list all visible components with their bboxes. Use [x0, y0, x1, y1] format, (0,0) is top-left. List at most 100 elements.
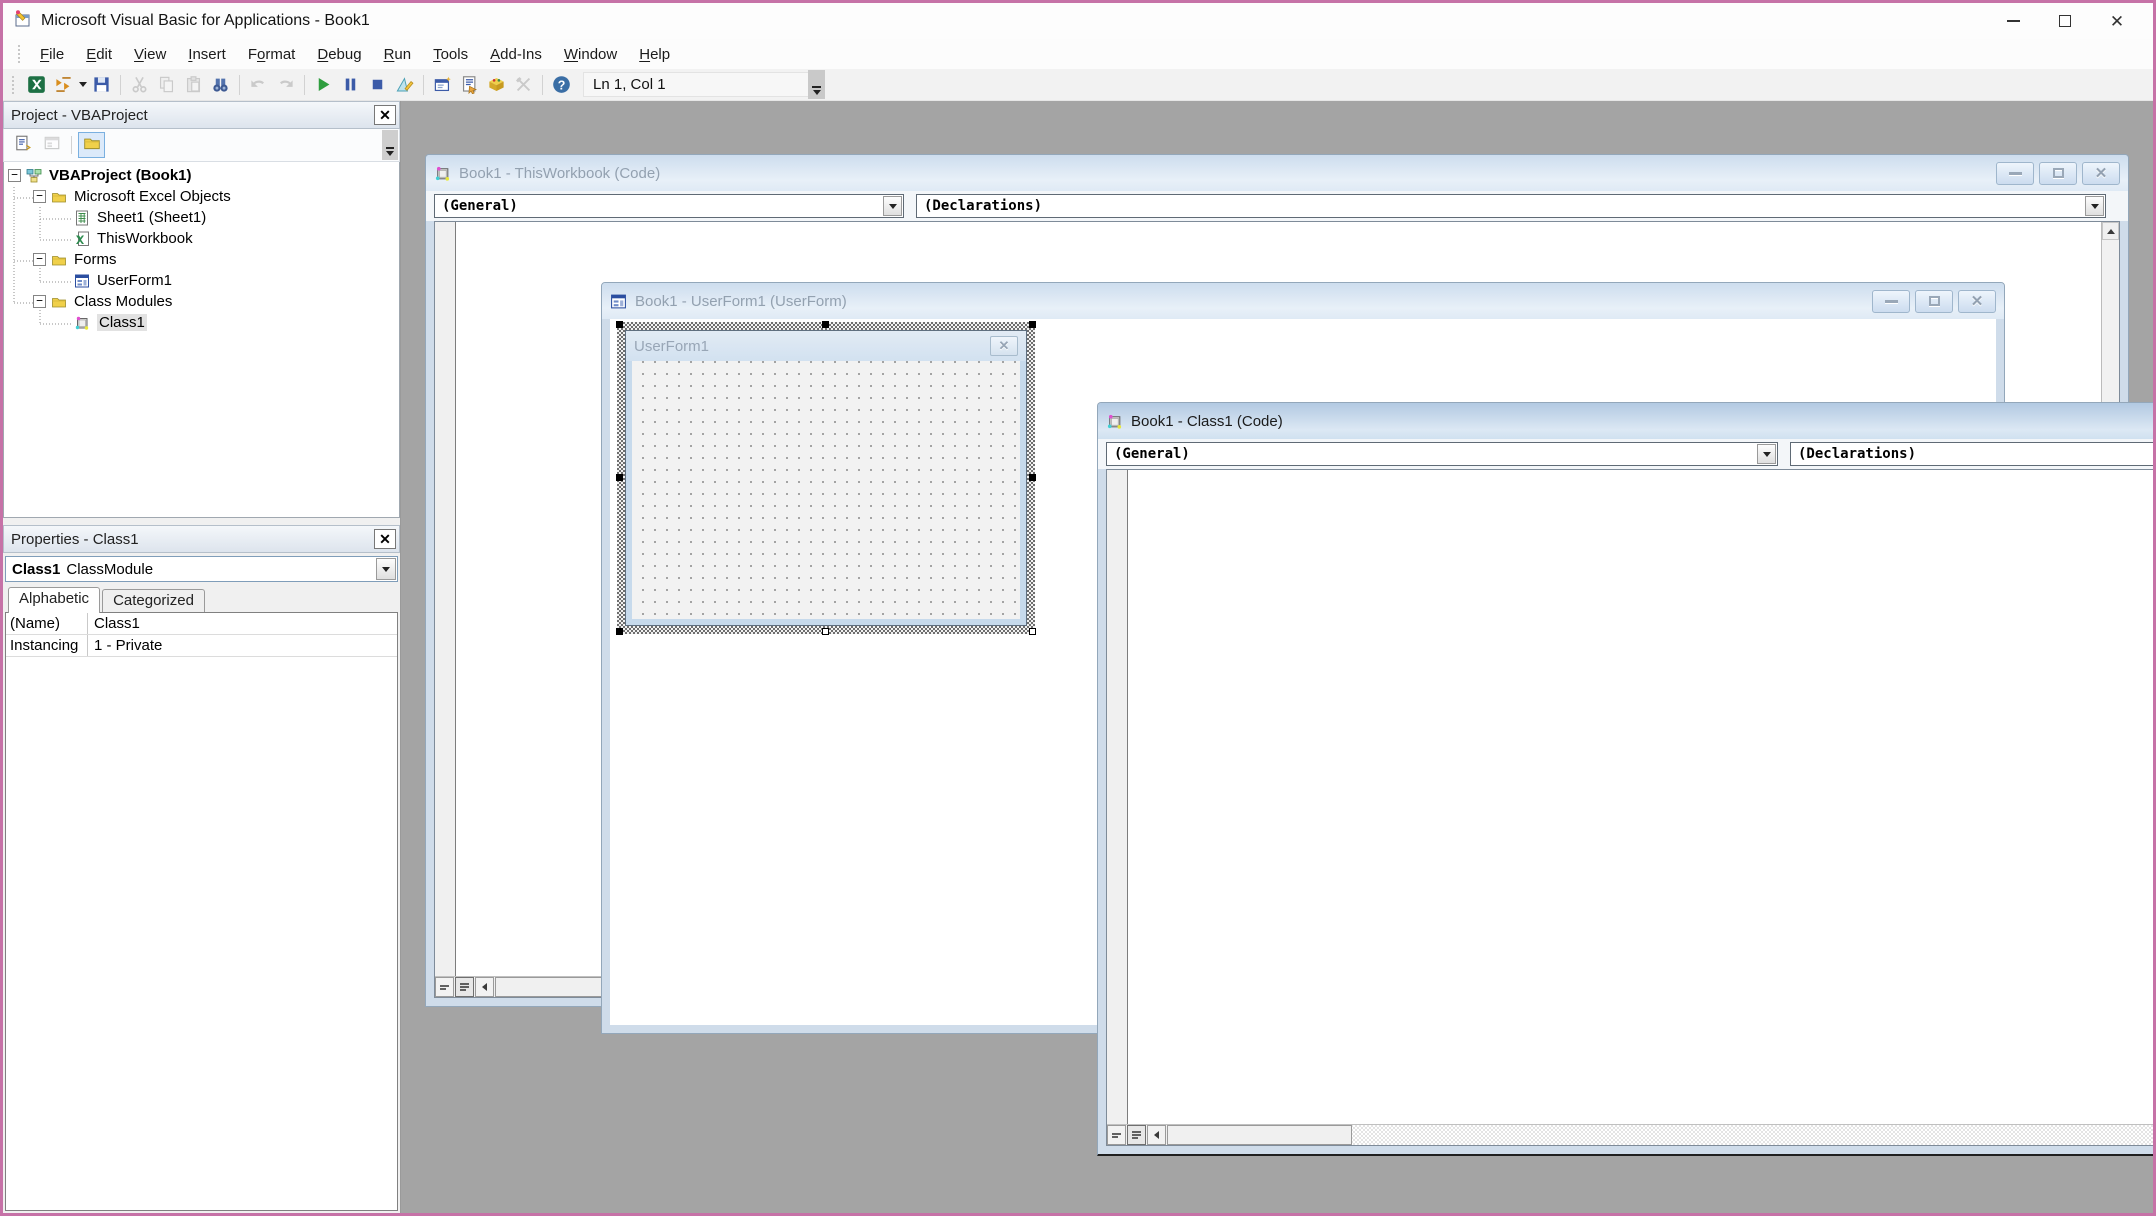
toolbar-options-button[interactable] [808, 70, 825, 99]
procedure-dropdown[interactable]: (Declarations) [916, 194, 2106, 218]
menu-item-insert[interactable]: Insert [177, 42, 237, 67]
save-button[interactable] [88, 72, 115, 98]
properties-panel-header[interactable]: Properties - Class1 ✕ [3, 525, 400, 553]
collapse-expander-icon[interactable]: − [33, 295, 46, 308]
view-code-button[interactable] [9, 132, 36, 158]
horizontal-scroll-track[interactable] [1167, 1125, 2153, 1145]
object-dropdown[interactable]: (General) [434, 194, 904, 218]
break-button[interactable] [337, 72, 364, 98]
thisworkbook-titlebar[interactable]: Book1 - ThisWorkbook (Code) ✕ [426, 155, 2128, 191]
selection-handle-bottom-middle[interactable] [822, 628, 829, 635]
dropdown-arrow-icon[interactable] [1757, 444, 1776, 464]
tree-item-class1[interactable]: Class1 [4, 312, 399, 333]
class1-titlebar[interactable]: Book1 - Class1 (Code) [1098, 403, 2153, 439]
excel-button[interactable] [23, 72, 50, 98]
close-button[interactable]: ✕ [2091, 6, 2143, 36]
minimize-button[interactable] [1987, 6, 2039, 36]
run-button[interactable] [310, 72, 337, 98]
properties-panel-close-button[interactable]: ✕ [374, 529, 396, 549]
dropdown-arrow-icon[interactable] [883, 196, 902, 216]
paste-button[interactable] [180, 72, 207, 98]
collapse-expander-icon[interactable]: − [33, 253, 46, 266]
redo-button[interactable] [272, 72, 299, 98]
thisworkbook-minimize-button[interactable] [1996, 162, 2034, 185]
property-value[interactable]: 1 - Private [88, 635, 397, 656]
project-toolbar-options-button[interactable] [382, 130, 398, 160]
scroll-left-button[interactable] [475, 977, 494, 997]
properties-window-button[interactable] [456, 72, 483, 98]
selection-handle-middle-left[interactable] [616, 474, 623, 481]
insert-userform-button[interactable] [50, 72, 77, 98]
menu-item-window[interactable]: Window [553, 42, 628, 67]
tree-item-thisworkbook[interactable]: ThisWorkbook [4, 228, 399, 249]
full-module-view-button[interactable] [455, 977, 474, 997]
full-module-view-button[interactable] [1127, 1125, 1146, 1145]
margin-indicator-bar[interactable] [435, 222, 456, 976]
property-value[interactable]: Class1 [88, 613, 397, 634]
selection-handle-top-right[interactable] [1029, 321, 1036, 328]
panel-splitter[interactable] [3, 518, 400, 525]
thisworkbook-close-button[interactable]: ✕ [2082, 162, 2120, 185]
object-dropdown[interactable]: (General) [1106, 442, 1778, 466]
procedure-view-button[interactable] [435, 977, 454, 997]
insert-dropdown-arrow[interactable] [77, 72, 88, 98]
tree-item-sheet1-sheet1[interactable]: Sheet1 (Sheet1) [4, 207, 399, 228]
horizontal-scrollbar[interactable] [1107, 1124, 2153, 1145]
find-button[interactable] [207, 72, 234, 98]
userform-minimize-button[interactable] [1872, 290, 1910, 313]
collapse-expander-icon[interactable]: − [33, 190, 46, 203]
view-object-button[interactable] [38, 132, 65, 158]
project-panel-close-button[interactable]: ✕ [374, 105, 396, 125]
code-text-area[interactable] [1128, 470, 2153, 1124]
menu-item-add-ins[interactable]: Add-Ins [479, 42, 553, 67]
tree-item-userform1[interactable]: UserForm1 [4, 270, 399, 291]
userform-titlebar[interactable]: UserForm1 ✕ [626, 331, 1026, 361]
menu-item-view[interactable]: View [123, 42, 177, 67]
userform-maximize-button[interactable] [1915, 290, 1953, 313]
userform[interactable]: UserForm1 ✕ [625, 330, 1027, 626]
scroll-up-button[interactable] [2102, 222, 2119, 240]
menu-item-edit[interactable]: Edit [75, 42, 123, 67]
help-button[interactable]: ? [548, 72, 575, 98]
menu-item-run[interactable]: Run [373, 42, 423, 67]
object-browser-button[interactable] [483, 72, 510, 98]
menu-item-file[interactable]: File [29, 42, 75, 67]
project-panel-header[interactable]: Project - VBAProject ✕ [3, 101, 400, 129]
maximize-button[interactable] [2039, 6, 2091, 36]
tree-item-vbaproject-book1[interactable]: −VBAProject (Book1) [4, 165, 399, 186]
selection-handle-top-middle[interactable] [822, 321, 829, 328]
selection-handle-bottom-left[interactable] [616, 628, 623, 635]
collapse-expander-icon[interactable]: − [8, 169, 21, 182]
form-selection-border[interactable]: UserForm1 ✕ [617, 322, 1035, 634]
tab-alphabetic[interactable]: Alphabetic [8, 587, 100, 613]
menu-item-debug[interactable]: Debug [306, 42, 372, 67]
horizontal-scroll-thumb[interactable] [1167, 1125, 1352, 1145]
selection-handle-bottom-right[interactable] [1029, 628, 1036, 635]
design-mode-button[interactable] [391, 72, 418, 98]
dropdown-arrow-icon[interactable] [376, 558, 396, 580]
tree-item-forms[interactable]: −Forms [4, 249, 399, 270]
menu-item-help[interactable]: Help [628, 42, 681, 67]
procedure-dropdown[interactable]: (Declarations) [1790, 442, 2153, 466]
procedure-view-button[interactable] [1107, 1125, 1126, 1145]
project-explorer-button[interactable] [429, 72, 456, 98]
tree-item-microsoft-excel-objects[interactable]: −Microsoft Excel Objects [4, 186, 399, 207]
undo-button[interactable] [245, 72, 272, 98]
object-selector-dropdown[interactable]: Class1 ClassModule [5, 556, 398, 582]
userform-close-button[interactable]: ✕ [1958, 290, 1996, 313]
copy-button[interactable] [153, 72, 180, 98]
tab-categorized[interactable]: Categorized [102, 589, 205, 612]
userform-window-titlebar[interactable]: Book1 - UserForm1 (UserForm) ✕ [602, 283, 2004, 319]
menu-item-format[interactable]: Format [237, 42, 307, 67]
toggle-folders-button[interactable] [78, 132, 105, 158]
toolbox-button[interactable] [510, 72, 537, 98]
app-titlebar[interactable]: Microsoft Visual Basic for Applications … [3, 3, 2153, 39]
scroll-left-button[interactable] [1147, 1125, 1166, 1145]
menu-item-tools[interactable]: Tools [422, 42, 479, 67]
form-dot-grid[interactable] [632, 361, 1020, 619]
dropdown-arrow-icon[interactable] [2085, 196, 2104, 216]
tree-item-class-modules[interactable]: −Class Modules [4, 291, 399, 312]
userform-close-button[interactable]: ✕ [990, 336, 1018, 356]
thisworkbook-maximize-button[interactable] [2039, 162, 2077, 185]
selection-handle-middle-right[interactable] [1029, 474, 1036, 481]
